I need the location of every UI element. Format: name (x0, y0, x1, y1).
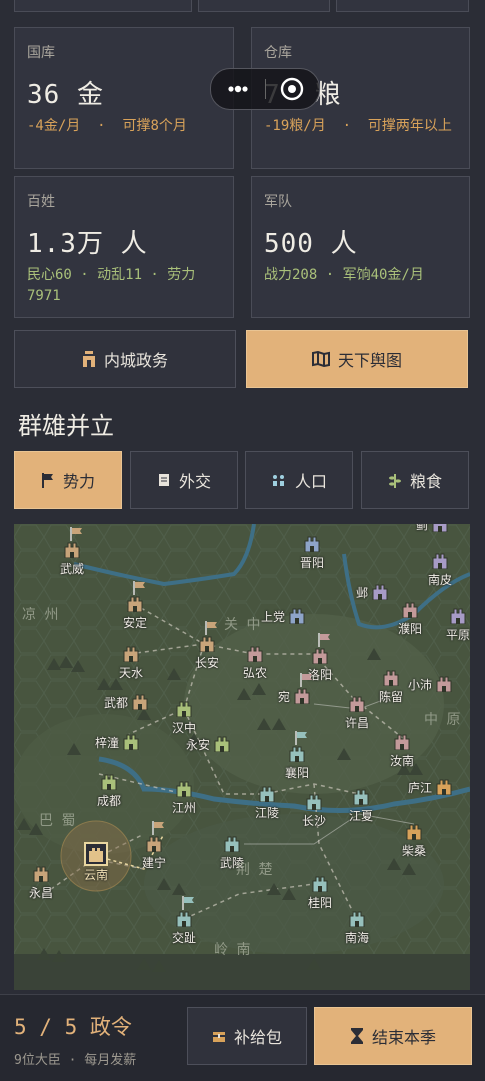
more-icon[interactable] (211, 85, 265, 93)
tab-grain[interactable]: 粮食 (361, 451, 469, 509)
partial-card-right (336, 0, 469, 12)
army-card: 军队 500 人 战力208 · 军饷40金/月 (251, 176, 470, 318)
tab-population[interactable]: 人口 (245, 451, 353, 509)
people-card: 百姓 1.3万 人 民心60 · 动乱11 · 劳力7971 (14, 176, 234, 318)
treasury-value: 36 金 (27, 80, 104, 110)
partial-card-left (14, 0, 192, 12)
bottom-bar: 5 / 5 政令 9位大臣 · 每月发薪 补给包 结束本季 (0, 994, 485, 1081)
chest-icon (212, 1029, 226, 1043)
region-label: 关 中 (224, 617, 263, 633)
partial-card-middle (198, 0, 330, 12)
grain-icon (388, 472, 402, 488)
close-target-icon[interactable] (266, 76, 320, 102)
supply-pack-button[interactable]: 补给包 (187, 1007, 307, 1065)
region-label: 凉 州 (22, 607, 61, 623)
world-map[interactable]: 武威 晋阳 南皮 安定 上党邺濮阳 平原 天水 长安 弘农 洛阳 陈留 小沛 武都 汉中宛许昌 梓潼 永安 襄阳… (14, 524, 470, 990)
tab-diplomacy[interactable]: 外交 (130, 451, 238, 509)
army-value: 500 人 (264, 229, 358, 259)
army-label: 军队 (264, 194, 292, 210)
region-label: 中 原 (424, 712, 463, 728)
treasury-label: 国库 (27, 45, 55, 61)
granary-label: 仓库 (264, 45, 292, 61)
army-sub: 战力208 · 军饷40金/月 (264, 267, 424, 283)
region-label: 荆 楚 (236, 862, 275, 878)
end-season-button[interactable]: 结束本季 (314, 1007, 472, 1065)
mini-program-capsule[interactable] (210, 68, 320, 110)
granary-sub: -19粮/月 · 可撑两年以上 (264, 118, 452, 134)
people-value: 1.3万 人 (27, 229, 148, 259)
flag-icon (41, 472, 55, 488)
map-icon (311, 351, 330, 367)
treasury-sub: -4金/月 · 可撑8个月 (27, 118, 187, 134)
hourglass-icon (350, 1027, 364, 1045)
treasury-card: 国库 36 金 -4金/月 · 可撑8个月 (14, 27, 234, 169)
inner-affairs-button[interactable]: 内城政务 (14, 330, 236, 388)
region-label: 岭 南 (214, 942, 253, 958)
orders-count: 5 / 5 政令 (14, 1015, 132, 1039)
region-label: 巴 蜀 (39, 813, 78, 829)
scroll-icon (157, 472, 171, 488)
tab-faction[interactable]: 势力 (14, 451, 122, 509)
castle-icon (82, 351, 96, 367)
people-sub: 民心60 · 动乱11 · 劳力7971 (27, 267, 196, 304)
section-title: 群雄并立 (18, 412, 114, 440)
people-label: 百姓 (27, 194, 55, 210)
people-icon (271, 473, 287, 487)
world-map-button[interactable]: 天下舆图 (246, 330, 468, 388)
ministers-info: 9位大臣 · 每月发薪 (14, 1053, 137, 1068)
